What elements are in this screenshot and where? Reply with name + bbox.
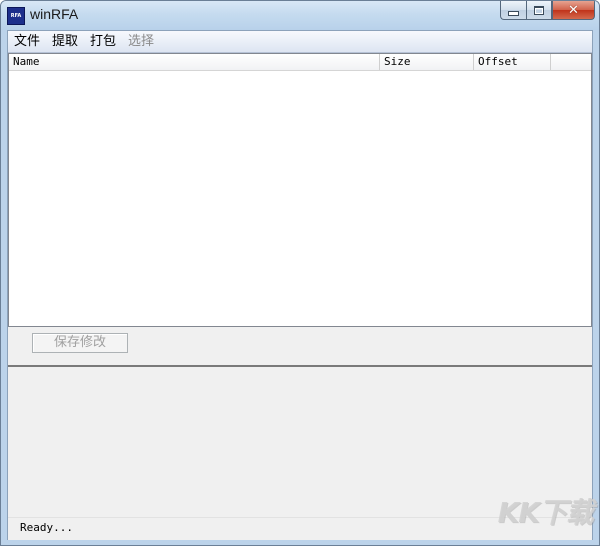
menu-extract[interactable]: 提取 — [46, 31, 84, 52]
column-header-name[interactable]: Name — [9, 54, 380, 70]
window-title: winRFA — [30, 6, 79, 22]
column-header-filler — [551, 54, 591, 70]
title-bar[interactable]: RFA winRFA ✕ — [1, 1, 599, 30]
minimize-icon — [508, 11, 519, 16]
menu-bar: 文件 提取 打包 选择 — [8, 31, 592, 53]
menu-pack[interactable]: 打包 — [84, 31, 122, 52]
caption-buttons: ✕ — [500, 1, 595, 21]
list-header: Name Size Offset — [9, 54, 591, 71]
column-header-offset[interactable]: Offset — [474, 54, 551, 70]
menu-file[interactable]: 文件 — [8, 31, 46, 52]
minimize-button[interactable] — [500, 1, 526, 20]
close-icon: ✕ — [568, 2, 579, 18]
close-button[interactable]: ✕ — [552, 1, 595, 20]
app-icon[interactable]: RFA — [7, 7, 25, 25]
maximize-button[interactable] — [526, 1, 552, 20]
watermark-logo: KK下载 — [497, 496, 594, 529]
status-text: Ready... — [20, 521, 73, 534]
menu-select[interactable]: 选择 — [122, 31, 160, 52]
client-area: 文件 提取 打包 选择 Name Size Offset 保存修改 Ready.… — [7, 30, 593, 540]
file-list[interactable]: Name Size Offset — [8, 53, 592, 327]
maximize-icon — [534, 5, 544, 15]
app-window: RFA winRFA ✕ 文件 提取 打包 选择 Name Size Offse — [0, 0, 600, 546]
save-changes-button[interactable]: 保存修改 — [32, 333, 128, 353]
button-area: 保存修改 — [8, 327, 592, 364]
column-header-size[interactable]: Size — [380, 54, 474, 70]
